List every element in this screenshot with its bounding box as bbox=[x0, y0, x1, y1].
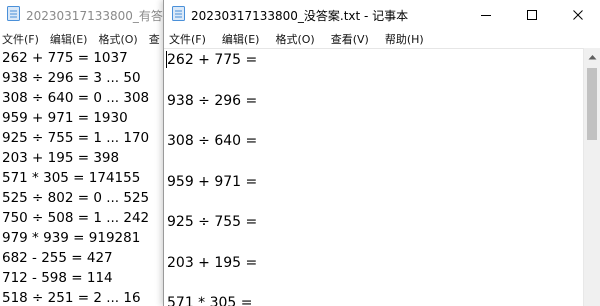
notepad-window-answers[interactable]: 20230317133800_有答案 文件(F) 编辑(E) 格式(O) 查 2… bbox=[0, 0, 169, 306]
text-line: 925 ÷ 755 = 1 ... 170 bbox=[2, 130, 150, 146]
scrollbar-thumb[interactable] bbox=[587, 68, 597, 140]
notepad-icon bbox=[7, 5, 20, 25]
text-line: 203 + 195 = bbox=[167, 255, 258, 271]
text-area[interactable]: 262 + 775 = 1037 938 ÷ 296 = 3 ... 50 30… bbox=[0, 48, 168, 306]
text-line: 203 + 195 = 398 bbox=[2, 150, 120, 166]
menu-help[interactable]: 帮助(H) bbox=[384, 31, 425, 47]
menu-file[interactable]: 文件(F) bbox=[1, 31, 40, 47]
menu-bar: 文件(F) 编辑(E) 格式(O) 查 bbox=[0, 30, 168, 48]
menu-file[interactable]: 文件(F) bbox=[168, 31, 207, 47]
text-line: 308 ÷ 640 = bbox=[167, 133, 258, 149]
text-line: 750 ÷ 508 = 1 ... 242 bbox=[2, 210, 150, 226]
menu-format[interactable]: 格式(O) bbox=[274, 31, 315, 47]
close-icon bbox=[573, 10, 583, 20]
text-line: 712 - 598 = 114 bbox=[2, 270, 113, 286]
text-line: 262 + 775 = bbox=[167, 52, 258, 68]
window-title: 20230317133800_有答案 bbox=[26, 8, 169, 23]
notepad-window-questions[interactable]: 20230317133800_没答案.txt - 记事本 文件(F) 编辑(E)… bbox=[163, 0, 600, 306]
text-line: 979 * 939 = 919281 bbox=[2, 230, 141, 246]
text-line: 938 ÷ 296 = bbox=[167, 93, 258, 109]
menu-bar: 文件(F) 编辑(E) 格式(O) 查看(V) 帮助(H) bbox=[164, 30, 600, 48]
text-line: 525 ÷ 802 = 0 ... 525 bbox=[2, 190, 150, 206]
maximize-button[interactable] bbox=[509, 0, 555, 30]
vertical-scrollbar[interactable] bbox=[583, 48, 600, 306]
menu-edit[interactable]: 编辑(E) bbox=[221, 31, 261, 47]
menu-view[interactable]: 查看(V) bbox=[330, 31, 370, 47]
window-title: 20230317133800_没答案.txt - 记事本 bbox=[191, 8, 409, 23]
text-line: 925 ÷ 755 = bbox=[167, 214, 258, 230]
text-line: 571 * 305 = 174155 bbox=[2, 170, 141, 186]
text-line: 308 ÷ 640 = 0 ... 308 bbox=[2, 90, 150, 106]
close-button[interactable] bbox=[555, 0, 600, 30]
text-line: 959 + 971 = bbox=[167, 174, 258, 190]
text-line: 959 + 971 = 1930 bbox=[2, 110, 128, 126]
text-editor[interactable]: 262 + 775 = 938 ÷ 296 = 308 ÷ 640 = 959 … bbox=[164, 48, 584, 306]
maximize-icon bbox=[527, 10, 537, 20]
minimize-button[interactable] bbox=[463, 0, 509, 30]
chevron-up-icon bbox=[588, 54, 597, 59]
text-line: 682 - 255 = 427 bbox=[2, 250, 113, 266]
minimize-icon bbox=[481, 15, 491, 16]
title-bar[interactable]: 20230317133800_有答案 bbox=[0, 0, 168, 30]
title-bar[interactable]: 20230317133800_没答案.txt - 记事本 bbox=[164, 0, 600, 30]
notepad-icon bbox=[172, 5, 185, 25]
text-line: 262 + 775 = 1037 bbox=[2, 50, 128, 66]
menu-view[interactable]: 查 bbox=[148, 31, 161, 47]
text-line: 571 * 305 = bbox=[167, 295, 253, 306]
menu-format[interactable]: 格式(O) bbox=[97, 31, 138, 47]
scroll-up-button[interactable] bbox=[584, 48, 600, 65]
menu-edit[interactable]: 编辑(E) bbox=[49, 31, 89, 47]
text-line: 938 ÷ 296 = 3 ... 50 bbox=[2, 70, 141, 86]
caption-buttons bbox=[463, 0, 600, 30]
text-line: 518 ÷ 251 = 2 ... 16 bbox=[2, 290, 141, 306]
